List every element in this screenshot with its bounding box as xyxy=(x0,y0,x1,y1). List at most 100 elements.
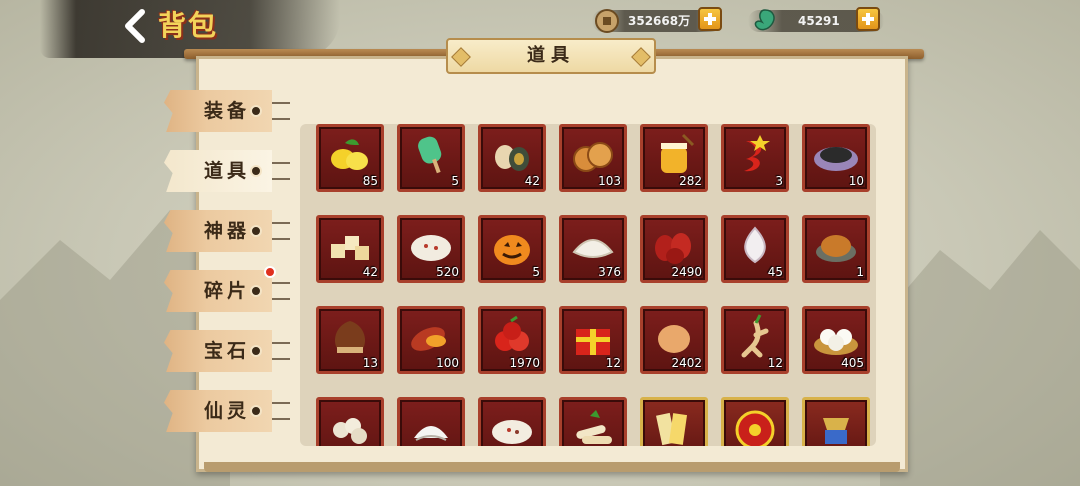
item-count: 282 xyxy=(679,174,702,188)
item-slot[interactable]: 405 xyxy=(802,306,870,374)
item-count: 1970 xyxy=(509,356,540,370)
item-slot[interactable] xyxy=(478,397,546,446)
coin-amount: 352668万 xyxy=(628,14,691,28)
tab-connector xyxy=(272,102,290,104)
page-title: 背包 xyxy=(158,9,219,42)
item-count: 100 xyxy=(436,356,459,370)
talisman-icon xyxy=(656,412,688,446)
item-count: 376 xyxy=(598,265,621,279)
item-slot[interactable]: 85 xyxy=(316,124,384,192)
ginseng-icon xyxy=(741,314,769,358)
tab-knob-icon xyxy=(250,405,262,417)
tab-connector xyxy=(272,222,290,224)
item-slot[interactable] xyxy=(559,397,627,446)
item-count: 85 xyxy=(362,174,378,188)
item-slot[interactable]: 100 xyxy=(397,306,465,374)
item-count: 3 xyxy=(775,174,783,188)
scroll-bottom-rod xyxy=(204,462,900,472)
congee-icon xyxy=(492,420,532,444)
jade-icon xyxy=(754,9,775,31)
tab-knob-icon xyxy=(250,285,262,297)
plaque-left-ornament xyxy=(451,47,471,67)
item-count: 10 xyxy=(848,174,864,188)
item-slot[interactable]: 12 xyxy=(721,306,789,374)
tab-label: 仙灵 xyxy=(204,400,251,422)
egg-icon xyxy=(658,325,690,353)
item-count: 45 xyxy=(767,265,783,279)
item-slot[interactable]: 5 xyxy=(397,124,465,192)
jade-amount: 45291 xyxy=(798,14,840,28)
gift-box-icon xyxy=(576,329,610,355)
item-slot[interactable]: 376 xyxy=(559,215,627,283)
item-slot[interactable] xyxy=(316,397,384,446)
item-count: 103 xyxy=(598,174,621,188)
item-slot[interactable]: 1970 xyxy=(478,306,546,374)
jade-currency-bar: 45291 xyxy=(748,7,884,32)
tofu-cubes-icon xyxy=(331,236,369,260)
item-slot[interactable]: 13 xyxy=(316,306,384,374)
item-slot[interactable] xyxy=(397,397,465,446)
tab-gems[interactable]: 宝石 xyxy=(164,330,272,372)
item-slot[interactable] xyxy=(721,397,789,446)
tab-connector xyxy=(272,118,290,120)
dumpling-icon xyxy=(572,239,614,258)
item-slot[interactable]: 12 xyxy=(559,306,627,374)
add-coin-button[interactable] xyxy=(698,7,722,31)
tab-label: 碎片 xyxy=(204,280,251,302)
tab-spirits[interactable]: 仙灵 xyxy=(164,390,272,432)
item-count: 5 xyxy=(451,174,459,188)
item-slot[interactable]: 42 xyxy=(316,215,384,283)
item-slot[interactable]: 10 xyxy=(802,124,870,192)
item-slot[interactable]: 2490 xyxy=(640,215,708,283)
item-slot[interactable]: 5 xyxy=(478,215,546,283)
honey-jar-icon xyxy=(661,133,695,173)
item-count: 405 xyxy=(841,356,864,370)
spring-rolls-icon xyxy=(576,410,612,444)
pumpkin-icon xyxy=(494,235,530,265)
rice-cakes-icon xyxy=(333,418,367,444)
tab-connector xyxy=(272,178,290,180)
item-count: 1 xyxy=(856,265,864,279)
treasure-icon xyxy=(823,418,849,444)
item-slot[interactable]: 42 xyxy=(478,124,546,192)
item-count: 13 xyxy=(362,356,378,370)
item-slot[interactable] xyxy=(640,397,708,446)
tab-label: 神器 xyxy=(204,220,251,242)
tab-equipment[interactable]: 装备 xyxy=(164,90,272,132)
apple-icon xyxy=(495,315,529,351)
chestnut-icon xyxy=(334,321,366,353)
red-dates-icon xyxy=(655,233,691,264)
popsicle-icon xyxy=(418,136,442,174)
item-count: 2402 xyxy=(671,356,702,370)
item-slot[interactable]: 282 xyxy=(640,124,708,192)
chili-pepper-icon xyxy=(744,135,770,172)
coin-currency-bar: 352668万 xyxy=(592,7,722,33)
item-slot[interactable]: 45 xyxy=(721,215,789,283)
add-jade-button[interactable] xyxy=(856,7,880,31)
item-slot[interactable]: 1 xyxy=(802,215,870,283)
coconut-icon xyxy=(414,426,448,441)
item-slot[interactable]: 3 xyxy=(721,124,789,192)
tab-items[interactable]: 道具 xyxy=(164,150,272,192)
tab-connector xyxy=(272,162,290,164)
mooncake-icon xyxy=(573,142,613,172)
garlic-icon xyxy=(744,226,766,264)
tab-connector xyxy=(272,282,290,284)
tab-label: 装备 xyxy=(204,100,251,122)
tab-label: 宝石 xyxy=(204,340,251,362)
tab-knob-icon xyxy=(250,225,262,237)
tab-connector xyxy=(272,342,290,344)
tab-connector xyxy=(272,402,290,404)
preserved-egg-icon xyxy=(495,145,529,171)
tab-fragments[interactable]: 碎片 xyxy=(164,270,272,312)
tab-connector xyxy=(272,238,290,240)
back-arrow-icon[interactable] xyxy=(118,8,154,44)
item-slot[interactable] xyxy=(802,397,870,446)
item-slot[interactable]: 520 xyxy=(397,215,465,283)
item-slot[interactable]: 2402 xyxy=(640,306,708,374)
tab-artifacts[interactable]: 神器 xyxy=(164,210,272,252)
plaque-right-ornament xyxy=(631,47,651,67)
item-slot[interactable]: 103 xyxy=(559,124,627,192)
lemon-icon xyxy=(331,139,368,170)
item-grid[interactable]: 85 5 42 103 282 3 10 42 520 5 376 2490 45 1 13 100 1970 1… xyxy=(300,124,876,446)
